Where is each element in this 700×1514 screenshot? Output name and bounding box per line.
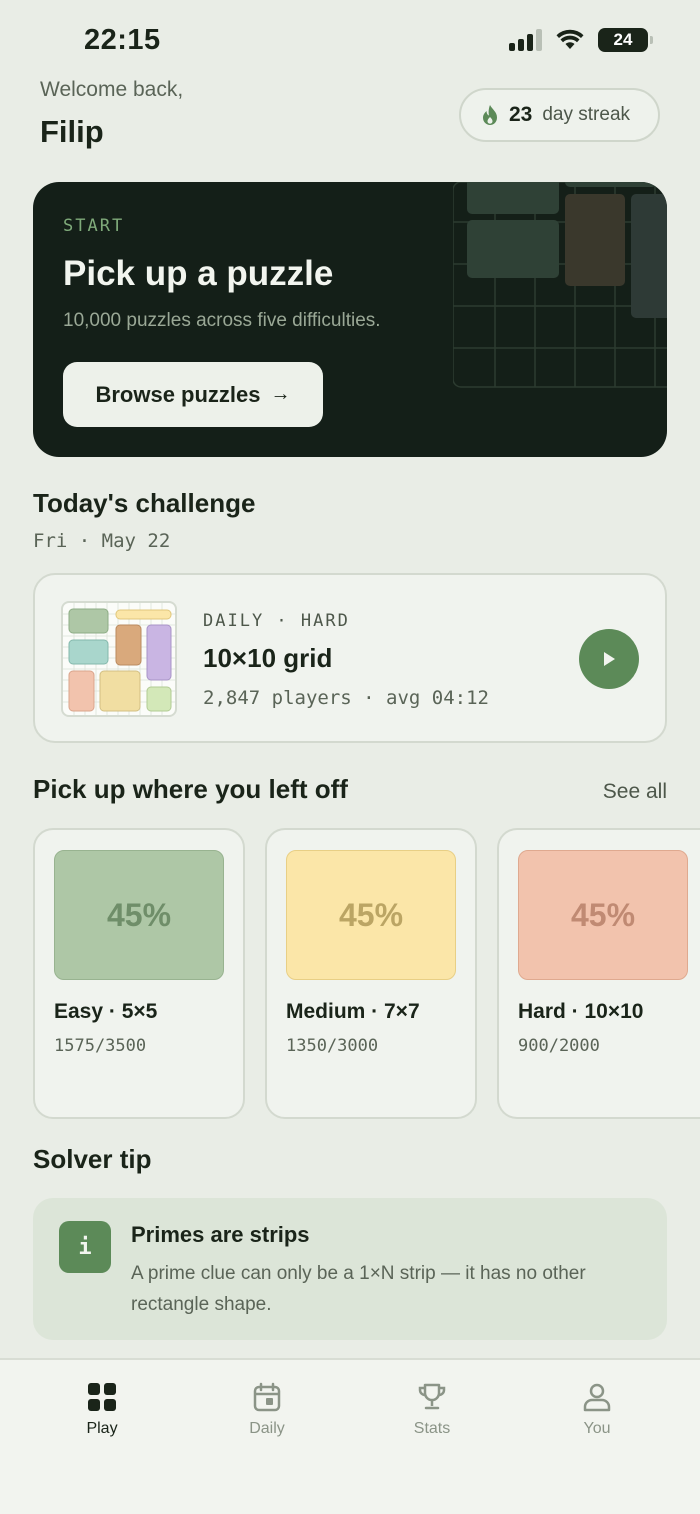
- daily-challenge-card[interactable]: DAILY · HARD 10×10 grid 2,847 players · …: [33, 573, 667, 743]
- play-icon: [604, 652, 615, 666]
- solver-tip-card: i Primes are strips A prime clue can onl…: [33, 1198, 667, 1340]
- see-all-link[interactable]: See all: [603, 780, 667, 804]
- status-icons: 24: [509, 28, 653, 52]
- progress-card-label: Medium · 7×7: [286, 1000, 420, 1023]
- streak-badge[interactable]: 23 day streak: [459, 88, 660, 142]
- daily-puzzle-title: 10×10 grid: [203, 643, 333, 673]
- calendar-icon: [253, 1382, 281, 1412]
- tab-you[interactable]: You: [547, 1382, 647, 1438]
- browse-puzzles-label: Browse puzzles: [95, 381, 261, 407]
- streak-label: day streak: [542, 104, 631, 125]
- progress-percent: 45%: [54, 850, 224, 980]
- username: Filip: [40, 114, 104, 149]
- info-icon: i: [59, 1221, 111, 1273]
- tab-label: Daily: [249, 1420, 285, 1437]
- continue-title: Pick up where you left off: [33, 774, 348, 804]
- wifi-icon: [556, 29, 584, 49]
- tab-bar: Play Daily Stats You: [0, 1358, 700, 1514]
- trophy-icon: [418, 1383, 446, 1410]
- hero-eyebrow: START: [63, 216, 125, 236]
- tip-body: A prime clue can only be a 1×N strip — i…: [131, 1263, 586, 1315]
- browse-puzzles-button[interactable]: Browse puzzles →: [63, 362, 323, 427]
- hero-subtitle: 10,000 puzzles across five difficulties.: [63, 310, 381, 331]
- progress-percent: 45%: [518, 850, 688, 980]
- status-time: 22:15: [84, 24, 161, 56]
- tip-title: Primes are strips: [131, 1222, 310, 1247]
- progress-card-hard[interactable]: 45% Hard · 10×10 900/2000: [497, 828, 700, 1119]
- welcome-text: Welcome back,: [40, 78, 184, 101]
- progress-card-count: 1350/3000: [286, 1036, 379, 1056]
- daily-puzzle-thumbnail: [61, 601, 177, 717]
- arrow-right-icon: →: [270, 383, 291, 405]
- progress-card-label: Easy · 5×5: [54, 1000, 158, 1023]
- hero-title: Pick up a puzzle: [63, 254, 334, 293]
- progress-card-count: 1575/3500: [54, 1036, 147, 1056]
- daily-tag: DAILY · HARD: [203, 611, 350, 631]
- progress-card-count: 900/2000: [518, 1036, 600, 1056]
- hero-grid-illustration: [453, 182, 667, 388]
- tab-play[interactable]: Play: [52, 1382, 152, 1438]
- streak-count: 23: [509, 103, 533, 126]
- hero-card: START Pick up a puzzle 10,000 puzzles ac…: [33, 182, 667, 457]
- progress-card-medium[interactable]: 45% Medium · 7×7 1350/3000: [265, 828, 477, 1119]
- user-icon: [583, 1383, 611, 1412]
- tab-stats[interactable]: Stats: [382, 1382, 482, 1438]
- grid-icon: [88, 1383, 116, 1411]
- progress-card-label: Hard · 10×10: [518, 1000, 644, 1023]
- progress-card-easy[interactable]: 45% Easy · 5×5 1575/3500: [33, 828, 245, 1119]
- battery-icon: 24: [598, 28, 653, 52]
- todays-challenge-title: Today's challenge: [33, 488, 256, 518]
- tab-label: Stats: [413, 1420, 451, 1437]
- solver-tip-title: Solver tip: [33, 1144, 152, 1174]
- play-daily-button[interactable]: [579, 629, 639, 689]
- tab-label: Play: [86, 1420, 118, 1437]
- flame-icon: [483, 105, 497, 125]
- progress-percent: 45%: [286, 850, 456, 980]
- signal-icon: [509, 29, 542, 51]
- daily-meta: 2,847 players · avg 04:12: [203, 687, 489, 709]
- challenge-date: Fri · May 22: [33, 530, 171, 552]
- tab-daily[interactable]: Daily: [217, 1382, 317, 1438]
- tab-label: You: [583, 1420, 611, 1437]
